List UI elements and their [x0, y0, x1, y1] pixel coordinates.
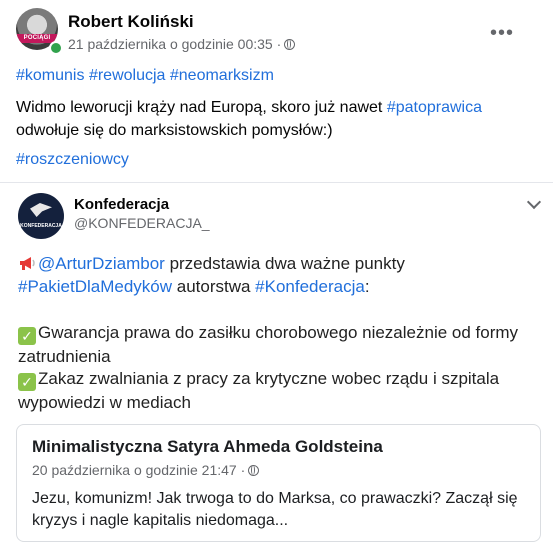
post-meta: 21 października o godzinie 00:35 · [68, 36, 296, 52]
quoted-text: Jezu, komunizm! Jak trwoga to do Marksa,… [32, 490, 518, 529]
hashtag-link[interactable]: #rewolucja [89, 67, 165, 84]
hashtags-line: #komunis #rewolucja #neomarksizm [16, 64, 274, 87]
page-name[interactable]: Konfederacja [74, 196, 169, 213]
post-body: Widmo leworucji krąży nad Europą, skoro … [16, 96, 536, 142]
post-timestamp[interactable]: 21 października o godzinie 00:35 · [68, 36, 281, 52]
avatar-label: KONFEDERACJA [20, 223, 62, 229]
quoted-timestamp[interactable]: 20 października o godzinie 21:47 · [32, 462, 245, 478]
point-text: Gwarancja prawa do zasiłku chorobowego n… [38, 323, 519, 342]
hashtag-link[interactable]: #Konfederacja [255, 277, 365, 296]
megaphone-icon [18, 254, 36, 272]
shared-text: przedstawia dwa ważne punkty [164, 254, 405, 273]
globe-icon [284, 39, 296, 50]
online-status-dot [49, 41, 63, 55]
post-header: POCIĄGI Robert Koliński 21 października … [16, 8, 536, 56]
chevron-down-icon[interactable] [526, 194, 542, 210]
hashtags-line: #roszczeniowcy [16, 148, 129, 171]
hashtag-link[interactable]: #roszczeniowcy [16, 151, 129, 168]
mention-link[interactable]: @ArturDziambor [38, 254, 165, 273]
point-text: zatrudnienia [18, 347, 111, 366]
post-body-text: odwołuje się do marksistowskich pomysłów… [16, 122, 333, 139]
check-mark-icon: ✓ [18, 373, 36, 391]
globe-icon [248, 465, 260, 476]
post-body-text: Widmo leworucji krąży nad Europą, skoro … [16, 99, 387, 116]
facebook-post: POCIĄGI Robert Koliński 21 października … [0, 0, 553, 550]
more-options-button[interactable]: ••• [490, 23, 514, 43]
page-handle: @KONFEDERACJA_ [74, 215, 210, 231]
point-text: Zakaz zwalniania z pracy za krytyczne wo… [38, 369, 500, 388]
hashtag-link[interactable]: #PakietDlaMedyków [18, 277, 172, 296]
check-mark-icon: ✓ [18, 327, 36, 345]
hashtag-link[interactable]: #patoprawica [387, 99, 482, 116]
shared-line1: @ArturDziambor przedstawia dwa ważne pun… [18, 252, 543, 275]
quoted-meta: 20 października o godzinie 21:47 · [32, 462, 260, 478]
hashtag-link[interactable]: #komunis [16, 67, 84, 84]
shared-text: autorstwa [172, 277, 256, 296]
point-text: wypowiedzi w mediach [18, 393, 191, 412]
page-avatar[interactable]: KONFEDERACJA [18, 193, 64, 239]
eagle-logo-icon [30, 203, 52, 217]
point-1: ✓ Gwarancja prawa do zasiłku chorobowego … [18, 321, 543, 368]
hashtag-link[interactable]: #neomarksizm [170, 67, 274, 84]
point-2: ✓ Zakaz zwalniania z pracy za krytyczne w… [18, 367, 543, 414]
shared-text: : [364, 277, 370, 296]
shared-line2: #PakietDlaMedyków autorstwa #Konfederacj… [18, 275, 543, 298]
quoted-post-card[interactable]: Minimalistyczna Satyra Ahmeda Goldsteina… [16, 424, 541, 542]
author-name[interactable]: Robert Koliński [68, 12, 194, 32]
quoted-page-name[interactable]: Minimalistyczna Satyra Ahmeda Goldsteina [32, 437, 383, 457]
